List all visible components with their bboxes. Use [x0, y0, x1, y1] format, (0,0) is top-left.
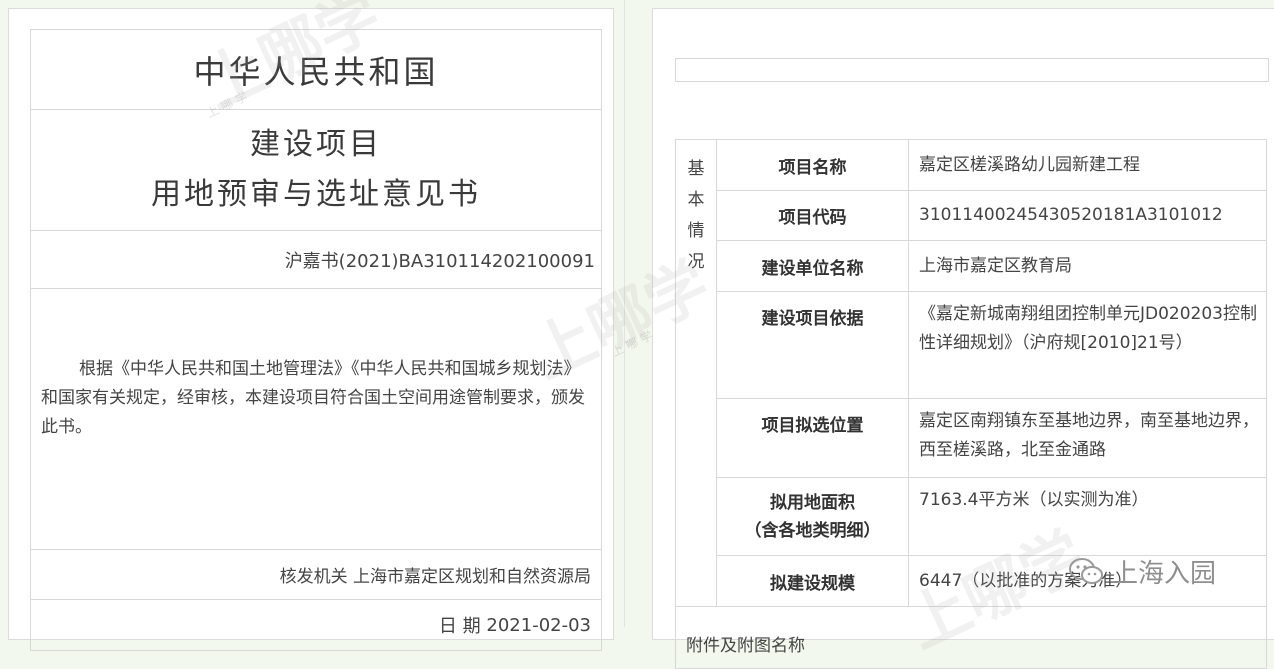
row-label: 建设项目依据: [716, 291, 909, 399]
attachments-label: 附件及附图名称: [675, 606, 1267, 669]
info-page: 基本情况 项目名称 嘉定区槎溪路幼儿园新建工程 项目代码 31011400245…: [652, 8, 1274, 669]
section-label-char: 基: [687, 159, 705, 179]
row-label: 项目拟选位置: [716, 398, 909, 478]
row-label: 拟建设规模: [716, 555, 909, 607]
section-label-cell: 基本情况: [675, 139, 717, 607]
issuer-value: 上海市嘉定区规划和自然资源局: [353, 567, 591, 587]
row-value: 3101140024543052018​1A3101012: [908, 190, 1267, 241]
issuer-line: 核发机关 上海市嘉定区规划和自然资源局: [31, 550, 601, 600]
watermark-subtext: 上 哪 学: [609, 328, 655, 360]
row-label: 项目名称: [716, 139, 909, 191]
table-row: 建设项目依据 《嘉定新城南翔组团控制单元JD020203控制性详细规划》（沪府规…: [676, 291, 1267, 399]
document-title-line2: 用地预审与选址意见书: [151, 177, 481, 212]
table-row: 建设单位名称 上海市嘉定区教育局: [676, 240, 1267, 292]
document-title-line1: 建设项目: [250, 127, 382, 162]
row-value: 嘉定区槎溪路幼儿园新建工程: [908, 139, 1267, 191]
certificate-page: 中华人民共和国 建设项目 用地预审与选址意见书 沪嘉书(2021)BA31011…: [8, 8, 614, 651]
country-title: 中华人民共和国: [31, 30, 601, 110]
wechat-badge: 上海入园: [1068, 553, 1216, 590]
certificate-body: 根据《中华人民共和国土地管理法》《中华人民共和国城乡规划法》和国家有关规定，经审…: [31, 289, 601, 550]
date-value: 2021-02-03: [486, 614, 591, 636]
row-label: 建设单位名称: [716, 240, 909, 292]
issuer-label: 核发机关: [279, 567, 348, 587]
section-label: 基本情况: [677, 154, 715, 278]
header-box: [675, 58, 1269, 82]
page-divider: [624, 0, 625, 627]
table-row: 拟用地面积 （含各地类明细） 7163.4平方米（以实测为准）: [676, 477, 1267, 556]
row-value: 嘉定区南翔镇东至基地边界，南至基地边界，西至槎溪路，北至金通路: [908, 398, 1267, 478]
row-label-line2: （含各地类明细）: [744, 520, 881, 541]
table-row: 项目拟选位置 嘉定区南翔镇东至基地边界，南至基地边界，西至槎溪路，北至金通路: [676, 398, 1267, 478]
row-label: 项目代码: [716, 190, 909, 241]
wechat-icon: [1069, 557, 1103, 584]
document-title: 建设项目 用地预审与选址意见书: [31, 110, 601, 231]
row-label: 拟用地面积 （含各地类明细）: [716, 477, 909, 556]
row-value: 7163.4平方米（以实测为准）: [908, 477, 1267, 556]
section-label-char: 情: [687, 221, 705, 241]
row-label-line1: 拟用地面积: [770, 492, 855, 513]
table-row: 项目代码 3101140024543052018​1A3101012: [676, 190, 1267, 241]
table-row: 基本情况 项目名称 嘉定区槎溪路幼儿园新建工程: [675, 139, 1267, 607]
document-number: 沪嘉书(2021)BA310114202100091: [31, 231, 601, 289]
badge-text: 上海入园: [1112, 559, 1217, 589]
table-row: 附件及附图名称: [675, 606, 1267, 669]
date-label: 日 期: [438, 616, 481, 637]
section-label-char: 本: [687, 190, 705, 210]
row-value: 上海市嘉定区教育局: [908, 240, 1267, 292]
certificate-frame: 中华人民共和国 建设项目 用地预审与选址意见书 沪嘉书(2021)BA31011…: [30, 29, 602, 651]
section-label-char: 况: [687, 252, 705, 272]
row-value: 《嘉定新城南翔组团控制单元JD020203控制性详细规划》（沪府规[2010]2…: [908, 291, 1267, 399]
date-line: 日 期 2021-02-03: [31, 600, 601, 650]
